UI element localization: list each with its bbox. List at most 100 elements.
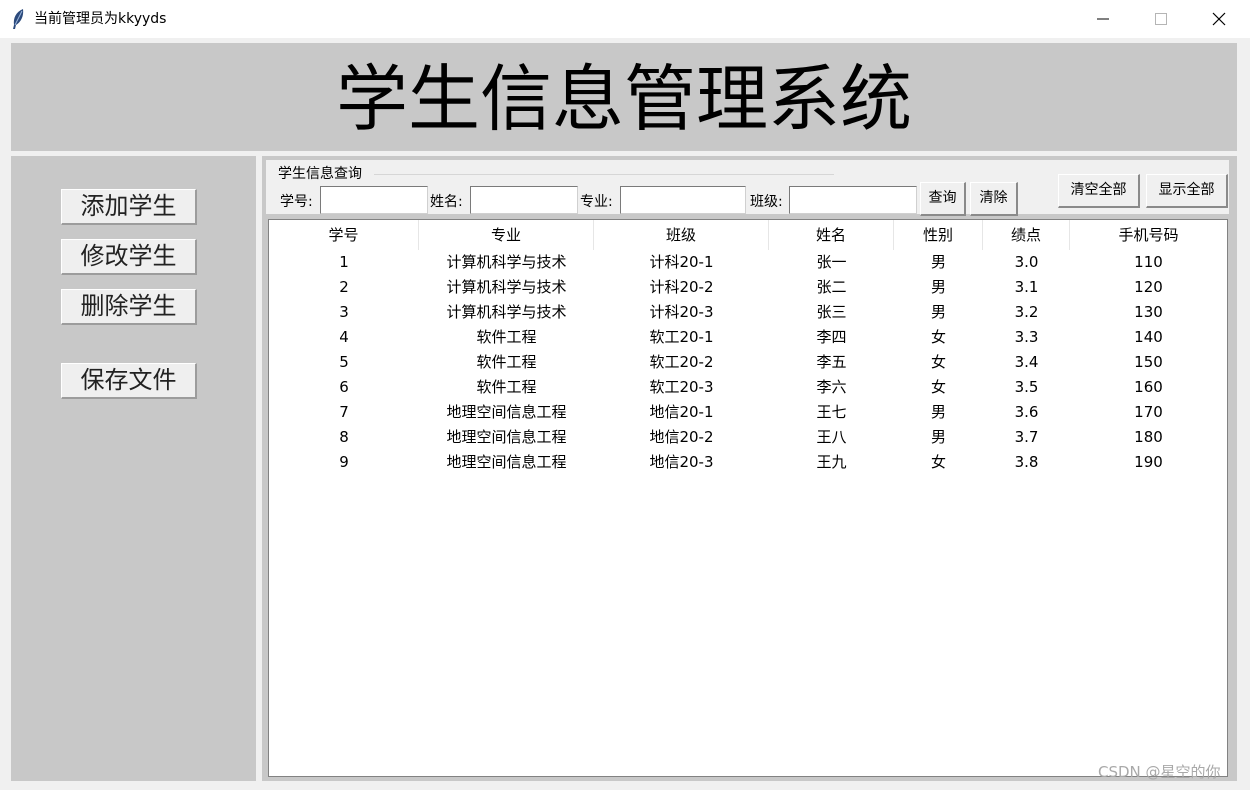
name-input[interactable]: [470, 186, 578, 214]
edit-student-button[interactable]: 修改学生: [61, 239, 197, 275]
cell-phone: 130: [1134, 303, 1163, 321]
cell-gender: 女: [930, 353, 946, 371]
cell-major: 地理空间信息工程: [446, 453, 567, 471]
cell-gender: 男: [930, 428, 946, 446]
class-label: 班级:: [750, 194, 783, 210]
cell-gpa: 3.5: [1014, 378, 1039, 396]
cell-name: 王八: [816, 428, 847, 446]
cell-id: 5: [339, 353, 349, 371]
cell-gpa: 3.7: [1014, 428, 1039, 446]
table-row[interactable]: 7 地理空间信息工程 地信20-1 王七 男 3.6 170: [269, 400, 1227, 425]
cell-gpa: 3.1: [1014, 278, 1039, 296]
clear-all-button[interactable]: 清空全部: [1058, 174, 1140, 208]
table-row[interactable]: 2 计算机科学与技术 计科20-2 张二 男 3.1 120: [269, 275, 1227, 300]
cell-gender: 女: [930, 453, 946, 471]
cell-gpa: 3.0: [1014, 253, 1039, 271]
query-group: 学生信息查询 学号: 姓名: 专业: 班级: 查询 清除 清空全部 显示全部: [266, 160, 1229, 216]
cell-id: 8: [339, 428, 349, 446]
cell-class: 地信20-1: [649, 403, 714, 421]
cell-gpa: 3.3: [1014, 328, 1039, 346]
save-file-button[interactable]: 保存文件: [61, 363, 197, 399]
close-icon: [1212, 12, 1226, 26]
title-bar: 当前管理员为kkyyds: [0, 0, 1250, 38]
clear-button[interactable]: 清除: [970, 182, 1018, 216]
column-header-id[interactable]: 学号: [269, 220, 419, 250]
cell-gpa: 3.8: [1014, 453, 1039, 471]
cell-phone: 140: [1134, 328, 1163, 346]
column-header-gender[interactable]: 性别: [894, 220, 983, 250]
cell-phone: 120: [1134, 278, 1163, 296]
table-row[interactable]: 8 地理空间信息工程 地信20-2 王八 男 3.7 180: [269, 425, 1227, 450]
table-row[interactable]: 9 地理空间信息工程 地信20-3 王九 女 3.8 190: [269, 450, 1227, 475]
minimize-button[interactable]: [1074, 0, 1132, 38]
group-divider: [374, 174, 834, 175]
cell-gpa: 3.6: [1014, 403, 1039, 421]
sidebar: 添加学生 修改学生 删除学生 保存文件: [11, 156, 256, 781]
feather-icon: [11, 8, 25, 30]
cell-id: 2: [339, 278, 349, 296]
table-row[interactable]: 4 软件工程 软工20-1 李四 女 3.3 140: [269, 325, 1227, 350]
cell-gender: 男: [930, 403, 946, 421]
cell-name: 张二: [816, 278, 847, 296]
cell-name: 李六: [816, 378, 847, 396]
cell-major: 计算机科学与技术: [446, 253, 567, 271]
cell-class: 地信20-2: [649, 428, 714, 446]
major-label: 专业:: [580, 194, 613, 210]
cell-phone: 110: [1134, 253, 1163, 271]
column-header-gpa[interactable]: 绩点: [983, 220, 1070, 250]
delete-student-button[interactable]: 删除学生: [61, 289, 197, 325]
student-table[interactable]: 学号 专业 班级 姓名 性别 绩点 手机号码 1 计算机科学与技术 计科20-1 张一…: [268, 219, 1228, 777]
close-button[interactable]: [1190, 0, 1248, 38]
cell-class: 软工20-3: [649, 378, 714, 396]
maximize-button[interactable]: [1132, 0, 1190, 38]
table-header: 学号 专业 班级 姓名 性别 绩点 手机号码: [269, 220, 1227, 250]
column-header-phone[interactable]: 手机号码: [1070, 220, 1227, 250]
cell-id: 7: [339, 403, 349, 421]
show-all-button[interactable]: 显示全部: [1146, 174, 1228, 208]
cell-id: 3: [339, 303, 349, 321]
cell-name: 张一: [816, 253, 847, 271]
minimize-icon: [1097, 18, 1109, 20]
table-row[interactable]: 6 软件工程 软工20-3 李六 女 3.5 160: [269, 375, 1227, 400]
cell-gender: 女: [930, 328, 946, 346]
cell-class: 计科20-2: [649, 278, 714, 296]
main-panel: 学生信息查询 学号: 姓名: 专业: 班级: 查询 清除 清空全部 显示全部 学…: [262, 156, 1237, 781]
cell-major: 地理空间信息工程: [446, 428, 567, 446]
cell-phone: 150: [1134, 353, 1163, 371]
cell-id: 1: [339, 253, 349, 271]
column-header-class[interactable]: 班级: [594, 220, 769, 250]
cell-class: 计科20-3: [649, 303, 714, 321]
cell-class: 软工20-2: [649, 353, 714, 371]
cell-major: 软件工程: [476, 353, 537, 371]
cell-name: 李四: [816, 328, 847, 346]
cell-class: 计科20-1: [649, 253, 714, 271]
watermark: CSDN @星空的你: [1098, 763, 1221, 781]
query-group-label: 学生信息查询: [278, 166, 362, 182]
class-input[interactable]: [789, 186, 917, 214]
window-title: 当前管理员为kkyyds: [34, 11, 167, 27]
table-row[interactable]: 1 计算机科学与技术 计科20-1 张一 男 3.0 110: [269, 250, 1227, 275]
major-input[interactable]: [620, 186, 746, 214]
cell-id: 4: [339, 328, 349, 346]
cell-phone: 160: [1134, 378, 1163, 396]
cell-phone: 170: [1134, 403, 1163, 421]
add-student-button[interactable]: 添加学生: [61, 189, 197, 225]
table-row[interactable]: 3 计算机科学与技术 计科20-3 张三 男 3.2 130: [269, 300, 1227, 325]
cell-major: 计算机科学与技术: [446, 278, 567, 296]
search-button[interactable]: 查询: [920, 182, 966, 216]
cell-gender: 女: [930, 378, 946, 396]
cell-major: 地理空间信息工程: [446, 403, 567, 421]
cell-major: 软件工程: [476, 378, 537, 396]
column-header-major[interactable]: 专业: [419, 220, 594, 250]
cell-name: 张三: [816, 303, 847, 321]
cell-name: 王七: [816, 403, 847, 421]
table-row[interactable]: 5 软件工程 软工20-2 李五 女 3.4 150: [269, 350, 1227, 375]
cell-major: 计算机科学与技术: [446, 303, 567, 321]
cell-id: 6: [339, 378, 349, 396]
cell-gender: 男: [930, 278, 946, 296]
student-id-input[interactable]: [320, 186, 428, 214]
cell-id: 9: [339, 453, 349, 471]
cell-name: 李五: [816, 353, 847, 371]
cell-gender: 男: [930, 253, 946, 271]
column-header-name[interactable]: 姓名: [769, 220, 894, 250]
